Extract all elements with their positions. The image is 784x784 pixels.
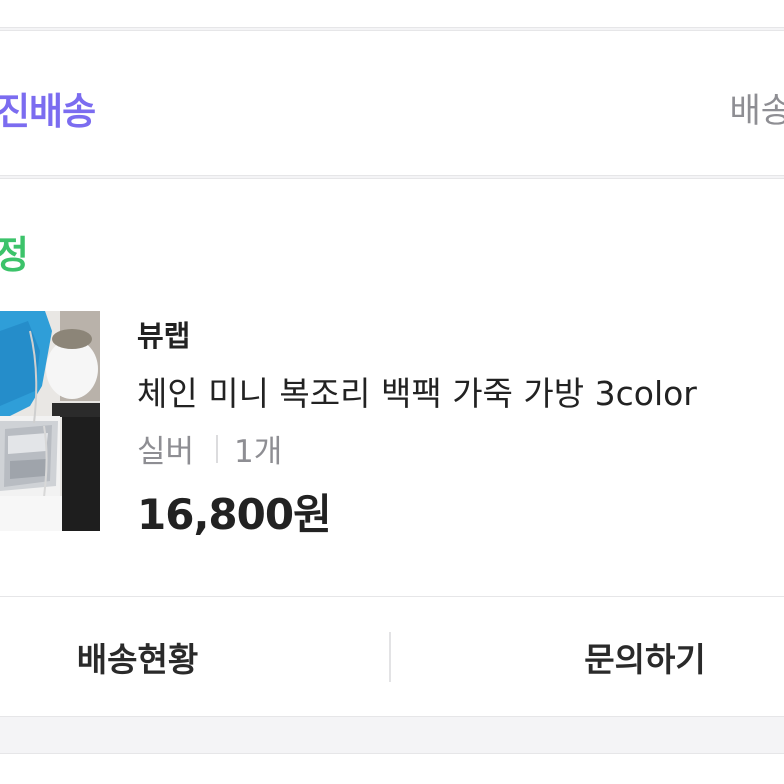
option-value: 실버 bbox=[137, 434, 195, 470]
next-card bbox=[0, 753, 784, 784]
option-row: 실버 1개 bbox=[137, 426, 282, 471]
action-divider bbox=[389, 632, 391, 682]
delivery-status-button[interactable]: 배송현황 bbox=[0, 597, 275, 717]
order-detail-page: 진배송 배송 정 뷰랩 체인 미니 복조리 백팩 가죽 가방 3color 실버… bbox=[0, 0, 784, 784]
option-divider bbox=[216, 434, 219, 463]
product-thumbnail[interactable] bbox=[0, 311, 100, 531]
order-item-card: 정 뷰랩 체인 미니 복조리 백팩 가죽 가방 3color 실버 1개 16,… bbox=[0, 178, 784, 717]
seller-name[interactable]: 뷰랩 bbox=[137, 313, 190, 355]
delivery-info-link[interactable]: 배송 bbox=[729, 83, 784, 132]
price: 16,800원 bbox=[137, 490, 332, 539]
quantity-value: 1개 bbox=[234, 434, 283, 470]
previous-card bbox=[0, 0, 784, 28]
delivery-type-label: 진배송 bbox=[0, 90, 96, 133]
product-name[interactable]: 체인 미니 복조리 백팩 가죽 가방 3color bbox=[137, 367, 697, 415]
action-bar: 배송현황 문의하기 bbox=[0, 596, 784, 717]
product-image-icon bbox=[0, 311, 100, 531]
order-status: 정 bbox=[0, 233, 29, 277]
inquiry-button[interactable]: 문의하기 bbox=[505, 597, 784, 717]
delivery-type-card: 진배송 배송 bbox=[0, 30, 784, 176]
